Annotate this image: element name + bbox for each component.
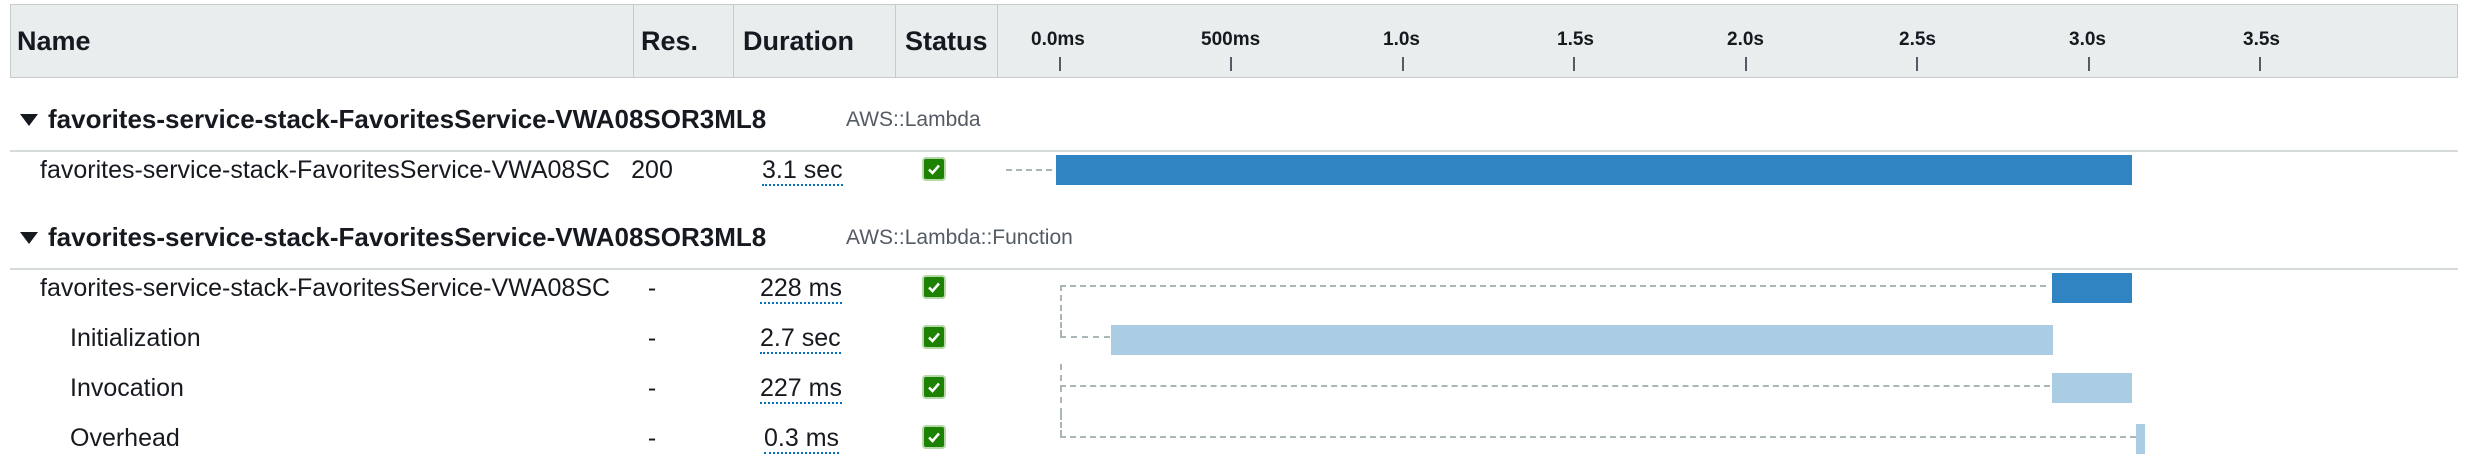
column-divider[interactable] — [733, 5, 734, 77]
timeline-connector — [1060, 336, 1110, 338]
segment-group-type: AWS::Lambda — [846, 108, 981, 131]
row-response: - — [647, 274, 657, 302]
column-divider[interactable] — [633, 5, 634, 77]
timeline-bar[interactable] — [1056, 155, 2132, 185]
tick-mark — [2259, 57, 2261, 71]
tick-mark — [1402, 57, 1404, 71]
row-name: Invocation — [70, 374, 184, 402]
tick-mark — [1916, 57, 1918, 71]
tick-mark — [1573, 57, 1575, 71]
tick-label: 2.5s — [1899, 29, 1936, 50]
timeline-bar[interactable] — [2052, 273, 2132, 303]
segment-group-header[interactable]: favorites-service-stack-FavoritesService… — [10, 94, 2458, 152]
timeline-connector — [1060, 414, 1062, 436]
timeline-connector — [1060, 385, 2050, 387]
row-name: favorites-service-stack-FavoritesService… — [40, 274, 611, 302]
tick-mark — [1059, 57, 1061, 71]
row-response: 200 — [631, 156, 673, 184]
column-divider[interactable] — [997, 5, 998, 77]
row-duration[interactable]: 228 ms — [760, 274, 842, 304]
row-response: - — [647, 424, 657, 452]
tick-mark — [1230, 57, 1232, 71]
timeline-connector — [1060, 364, 1062, 414]
segment-group-name: favorites-service-stack-FavoritesService… — [48, 222, 767, 252]
caret-down-icon[interactable] — [20, 114, 38, 126]
tick-label: 500ms — [1201, 29, 1261, 50]
check-icon — [922, 425, 946, 449]
check-icon — [922, 375, 946, 399]
row-duration[interactable]: 2.7 sec — [760, 324, 841, 354]
column-header-duration[interactable]: Duration — [737, 5, 897, 77]
row-response: - — [647, 324, 657, 352]
tick-label: 0.0ms — [1031, 29, 1085, 50]
row-name: Overhead — [70, 424, 180, 452]
timeline-bar[interactable] — [2052, 373, 2132, 403]
row-name: favorites-service-stack-FavoritesService… — [40, 156, 611, 184]
column-header-res[interactable]: Res. — [635, 5, 735, 77]
table-header: Name Res. Duration Status 0.0ms 500ms 1.… — [10, 4, 2458, 78]
timeline-connector — [1060, 436, 2136, 438]
tick-label: 3.5s — [2243, 29, 2280, 50]
timeline-bar[interactable] — [1111, 325, 2053, 355]
trace-row[interactable]: favorites-service-stack-FavoritesService… — [10, 146, 2458, 196]
tick-mark — [1745, 57, 1747, 71]
column-header-status[interactable]: Status — [899, 5, 1009, 77]
column-divider[interactable] — [895, 5, 896, 77]
trace-row[interactable]: Invocation - 227 ms — [10, 364, 2458, 414]
check-icon — [922, 157, 946, 181]
row-response: - — [647, 374, 657, 402]
timeline-connector — [1006, 169, 1052, 171]
timeline-connector — [1060, 314, 1062, 336]
tick-label: 1.5s — [1557, 29, 1594, 50]
segment-group-name: favorites-service-stack-FavoritesService… — [48, 104, 767, 134]
row-duration[interactable]: 0.3 ms — [764, 424, 840, 454]
timeline-connector — [1060, 285, 2046, 287]
row-name: Initialization — [70, 324, 201, 352]
check-icon — [922, 325, 946, 349]
column-header-name[interactable]: Name — [11, 5, 631, 77]
check-icon — [922, 275, 946, 299]
trace-row[interactable]: Overhead - 0.3 ms — [10, 414, 2458, 464]
row-duration[interactable]: 227 ms — [760, 374, 842, 404]
timeline-bar[interactable] — [2136, 424, 2145, 454]
trace-row[interactable]: Initialization - 2.7 sec — [10, 314, 2458, 364]
segment-group-header[interactable]: favorites-service-stack-FavoritesService… — [10, 212, 2458, 270]
caret-down-icon[interactable] — [20, 232, 38, 244]
trace-row[interactable]: favorites-service-stack-FavoritesService… — [10, 264, 2458, 314]
row-duration[interactable]: 3.1 sec — [762, 156, 843, 186]
tick-label: 1.0s — [1383, 29, 1420, 50]
tick-mark — [2088, 57, 2090, 71]
timeline-connector — [1060, 285, 1062, 311]
tick-label: 3.0s — [2069, 29, 2106, 50]
tick-label: 2.0s — [1727, 29, 1764, 50]
segment-group-type: AWS::Lambda::Function — [846, 226, 1073, 249]
